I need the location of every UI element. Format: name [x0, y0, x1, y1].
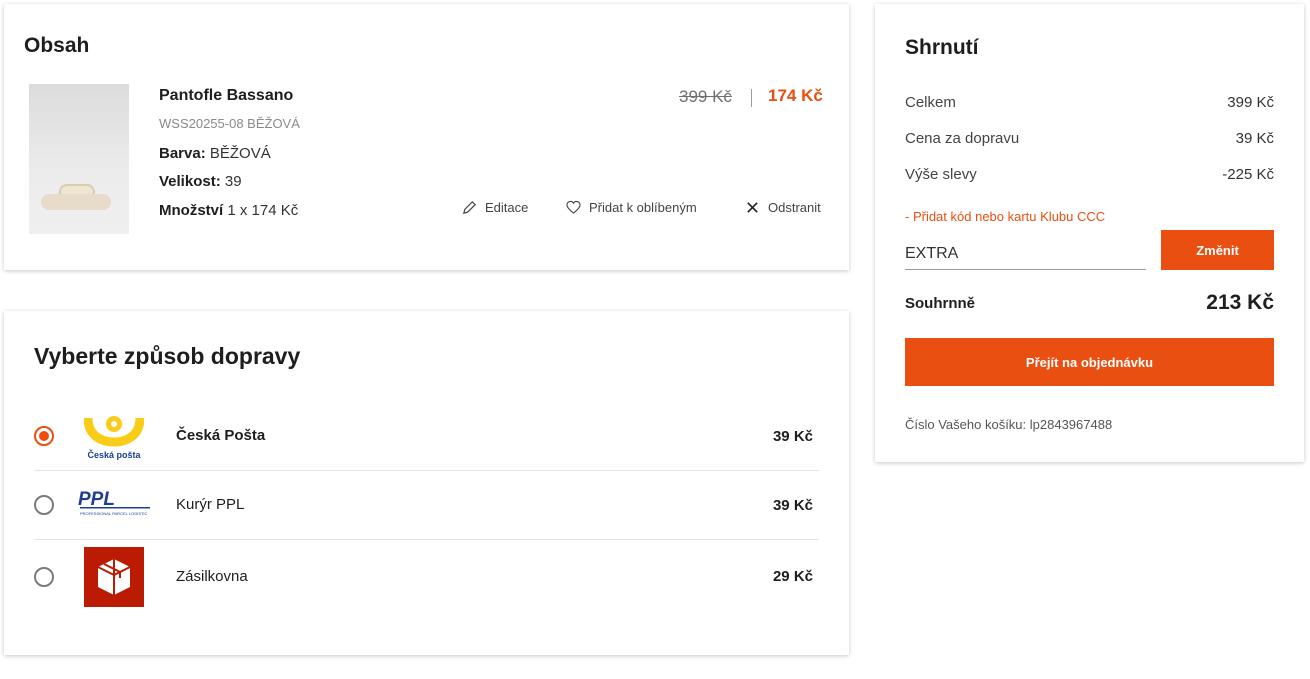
- change-code-button[interactable]: Změnit: [1161, 230, 1274, 270]
- ceska-posta-logo-text: Česká pošta: [87, 449, 141, 460]
- radio-ceska-posta[interactable]: [34, 426, 54, 446]
- summary-shipping-label: Cena za dopravu: [905, 130, 1020, 147]
- heart-icon: [566, 200, 581, 214]
- cart-title: Obsah: [24, 34, 90, 57]
- summary-total-label: Celkem: [905, 94, 956, 111]
- product-size-value: 39: [224, 173, 242, 190]
- shipping-price-ppl: 39 Kč: [772, 497, 813, 514]
- ceska-posta-logo: Česká pošta: [83, 406, 145, 466]
- shipping-option-zasilkovna[interactable]: Zásilkovna 29 Kč: [34, 540, 819, 614]
- shipping-price-ceska-posta: 39 Kč: [772, 428, 813, 445]
- summary-row-shipping: Cena za dopravu 39 Kč: [905, 130, 1274, 147]
- remove-button[interactable]: Odstranit: [745, 200, 821, 215]
- price-discounted: 174 Kč: [768, 86, 823, 105]
- add-promo-code-link[interactable]: - Přidat kód nebo kartu Klubu CCC: [905, 209, 1105, 224]
- summary-card: Shrnutí Celkem 399 Kč Cena za dopravu 39…: [875, 4, 1304, 462]
- product-color-label: Barva:: [159, 145, 206, 162]
- product-image[interactable]: [29, 84, 129, 234]
- add-favorite-button[interactable]: Přidat k oblíbeným: [566, 200, 697, 215]
- shipping-card: Vyberte způsob dopravy Česká pošta Česká…: [4, 311, 849, 655]
- radio-ppl[interactable]: [34, 495, 54, 515]
- edit-button[interactable]: Editace: [462, 200, 528, 215]
- price-original: 399 Kč: [679, 87, 732, 106]
- summary-title: Shrnutí: [905, 36, 979, 59]
- pencil-icon: [463, 201, 476, 214]
- grand-total-value: 213 Kč: [1206, 291, 1274, 314]
- product-name[interactable]: Pantofle Bassano: [159, 87, 293, 105]
- summary-row-discount: Výše slevy -225 Kč: [905, 166, 1274, 183]
- ppl-logo-subtext: PROFESSIONAL PARCEL LOGISTIC: [80, 511, 148, 516]
- product-quantity-label: Množství: [159, 202, 224, 219]
- remove-label: Odstranit: [768, 200, 821, 215]
- shipping-name-zasilkovna: Zásilkovna: [176, 568, 248, 585]
- shipping-name-ppl: Kurýr PPL: [176, 496, 245, 513]
- edit-label: Editace: [485, 200, 529, 215]
- summary-total-value: 399 Kč: [1227, 94, 1274, 111]
- shipping-option-ppl[interactable]: PPL PROFESSIONAL PARCEL LOGISTIC Kurýr P…: [34, 471, 819, 540]
- product-color-value: BĚŽOVÁ: [209, 145, 271, 162]
- ppl-logo-text: PPL: [78, 489, 115, 510]
- cart-number: Číslo Vašeho košíku: lp2843967488: [905, 417, 1113, 432]
- product-quantity-value: 1 x 174 Kč: [227, 202, 299, 219]
- proceed-to-order-button[interactable]: Přejít na objednávku: [905, 338, 1274, 386]
- shipping-name-ceska-posta: Česká Pošta: [176, 427, 266, 444]
- grand-total-label: Souhrnně: [905, 295, 975, 312]
- product-size-label: Velikost:: [159, 173, 221, 190]
- summary-discount-label: Výše slevy: [905, 166, 977, 183]
- product-color: Barva: BĚŽOVÁ: [159, 145, 271, 162]
- product-size: Velikost: 39: [159, 173, 242, 190]
- shipping-option-ceska-posta[interactable]: Česká pošta Česká Pošta 39 Kč: [34, 402, 819, 471]
- cart-content-card: Obsah Pantofle Bassano WSS20255-08 BĚŽOV…: [4, 4, 849, 270]
- price-divider: [751, 89, 752, 107]
- summary-row-total: Celkem 399 Kč: [905, 94, 1274, 111]
- product-code: WSS20255-08 BĚŽOVÁ: [159, 116, 300, 131]
- shipping-price-zasilkovna: 29 Kč: [772, 568, 813, 585]
- radio-zasilkovna[interactable]: [34, 567, 54, 587]
- summary-discount-value: -225 Kč: [1222, 166, 1274, 183]
- parcel-icon: [97, 559, 131, 595]
- shipping-title: Vyberte způsob dopravy: [34, 343, 301, 369]
- slipper-sole: [41, 194, 111, 210]
- zasilkovna-logo: [84, 547, 144, 607]
- add-favorite-label: Přidat k oblíbeným: [589, 200, 697, 215]
- close-icon: [747, 202, 758, 213]
- product-quantity: Množství 1 x 174 Kč: [159, 202, 298, 219]
- promo-code-input[interactable]: [905, 238, 1146, 270]
- ppl-logo: PPL PROFESSIONAL PARCEL LOGISTIC: [76, 475, 156, 535]
- summary-shipping-value: 39 Kč: [1235, 130, 1274, 147]
